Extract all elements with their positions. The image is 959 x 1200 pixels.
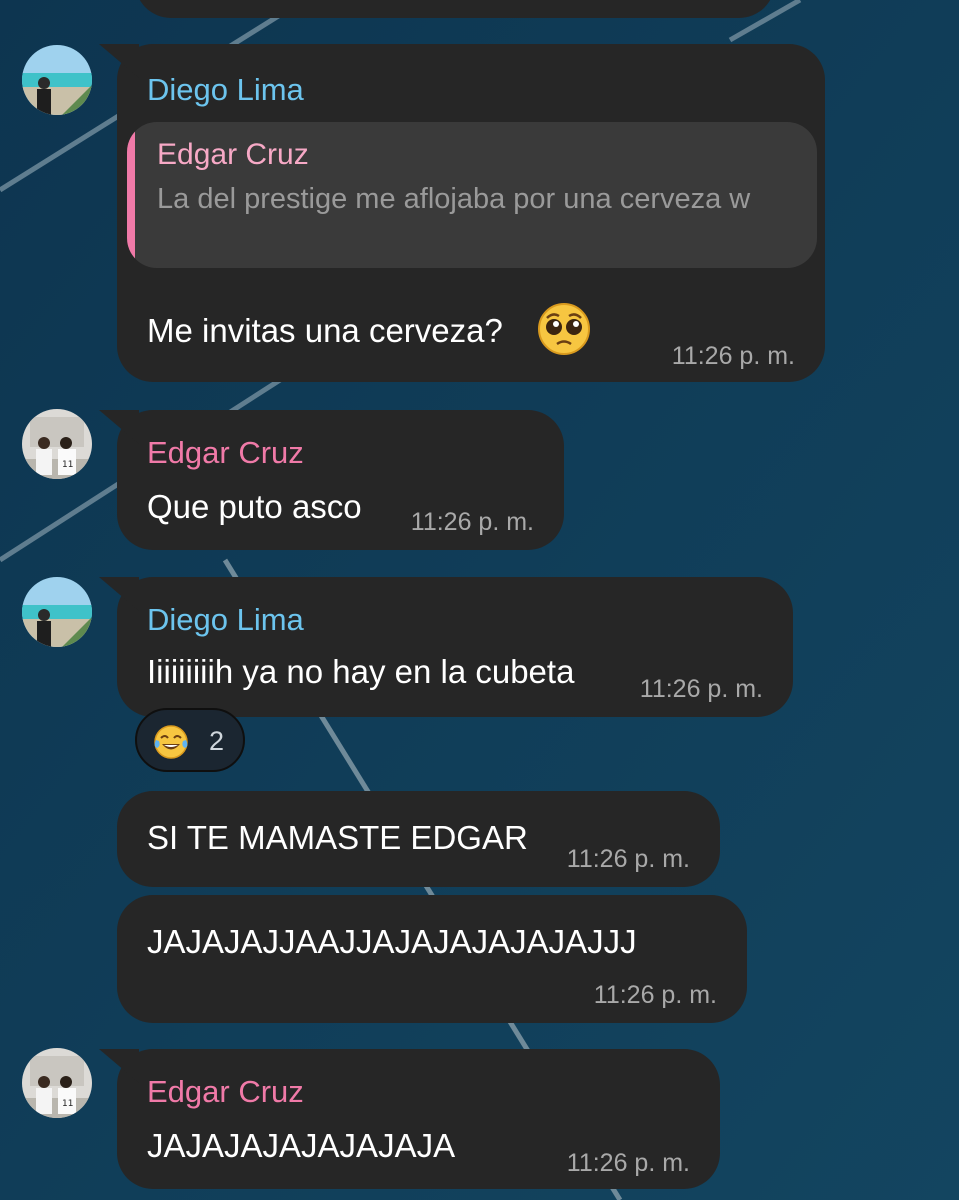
avatar[interactable]: 11 bbox=[22, 1048, 92, 1118]
message-time: 11:26 p. m. bbox=[566, 1149, 690, 1177]
avatar[interactable] bbox=[22, 45, 92, 115]
reply-sender-name: Edgar Cruz bbox=[157, 138, 309, 171]
sender-name[interactable]: Edgar Cruz bbox=[147, 435, 304, 471]
svg-text:11: 11 bbox=[62, 460, 73, 470]
reaction-chip[interactable]: 2 bbox=[135, 708, 245, 772]
message-text: JAJAJAJAJAJAJAJA bbox=[147, 1127, 456, 1164]
pleading-face-emoji-icon bbox=[537, 302, 591, 361]
message-bubble[interactable]: Edgar Cruz Que puto asco 11:26 p. m. bbox=[117, 410, 564, 550]
reply-text: La del prestige me aflojaba por una cerv… bbox=[157, 183, 751, 215]
message-text: Que puto asco bbox=[147, 488, 362, 525]
sender-name[interactable]: Diego Lima bbox=[147, 72, 304, 108]
message-text: Me invitas una cerveza? bbox=[147, 312, 503, 349]
message-time: 11:26 p. m. bbox=[566, 845, 690, 873]
reply-accent-bar bbox=[127, 122, 135, 268]
avatar[interactable]: 11 bbox=[22, 409, 92, 479]
avatar[interactable] bbox=[22, 577, 92, 647]
message-bubble[interactable]: Diego Lima Edgar Cruz La del prestige me… bbox=[117, 44, 825, 382]
message-bubble[interactable]: Edgar Cruz JAJAJAJAJAJAJAJA 11:26 p. m. bbox=[117, 1049, 720, 1189]
message-bubble[interactable]: JAJAJAJJAAJJAJAJAJAJAJAJJJ 11:26 p. m. bbox=[117, 895, 747, 1023]
message-time: 11:26 p. m. bbox=[671, 342, 795, 370]
message-time: 11:26 p. m. bbox=[639, 675, 763, 703]
message-text: SI TE MAMASTE EDGAR bbox=[147, 819, 528, 856]
message-time: 11:26 p. m. bbox=[593, 981, 717, 1009]
sender-name[interactable]: Diego Lima bbox=[147, 602, 304, 638]
message-text: Iiiiiiiiih ya no hay en la cubeta bbox=[147, 653, 575, 690]
reply-quote[interactable]: Edgar Cruz La del prestige me aflojaba p… bbox=[127, 122, 817, 268]
svg-text:11: 11 bbox=[62, 1099, 73, 1109]
message-text: JAJAJAJJAAJJAJAJAJAJAJAJJJ bbox=[147, 923, 637, 960]
previous-message-bubble bbox=[135, 0, 775, 18]
message-bubble[interactable]: Diego Lima Iiiiiiiiih ya no hay en la cu… bbox=[117, 577, 793, 717]
message-time: 11:26 p. m. bbox=[410, 508, 534, 536]
sender-name[interactable]: Edgar Cruz bbox=[147, 1074, 304, 1110]
tears-of-joy-emoji-icon bbox=[153, 724, 189, 765]
reaction-count: 2 bbox=[209, 726, 225, 756]
message-bubble[interactable]: SI TE MAMASTE EDGAR 11:26 p. m. bbox=[117, 791, 720, 887]
